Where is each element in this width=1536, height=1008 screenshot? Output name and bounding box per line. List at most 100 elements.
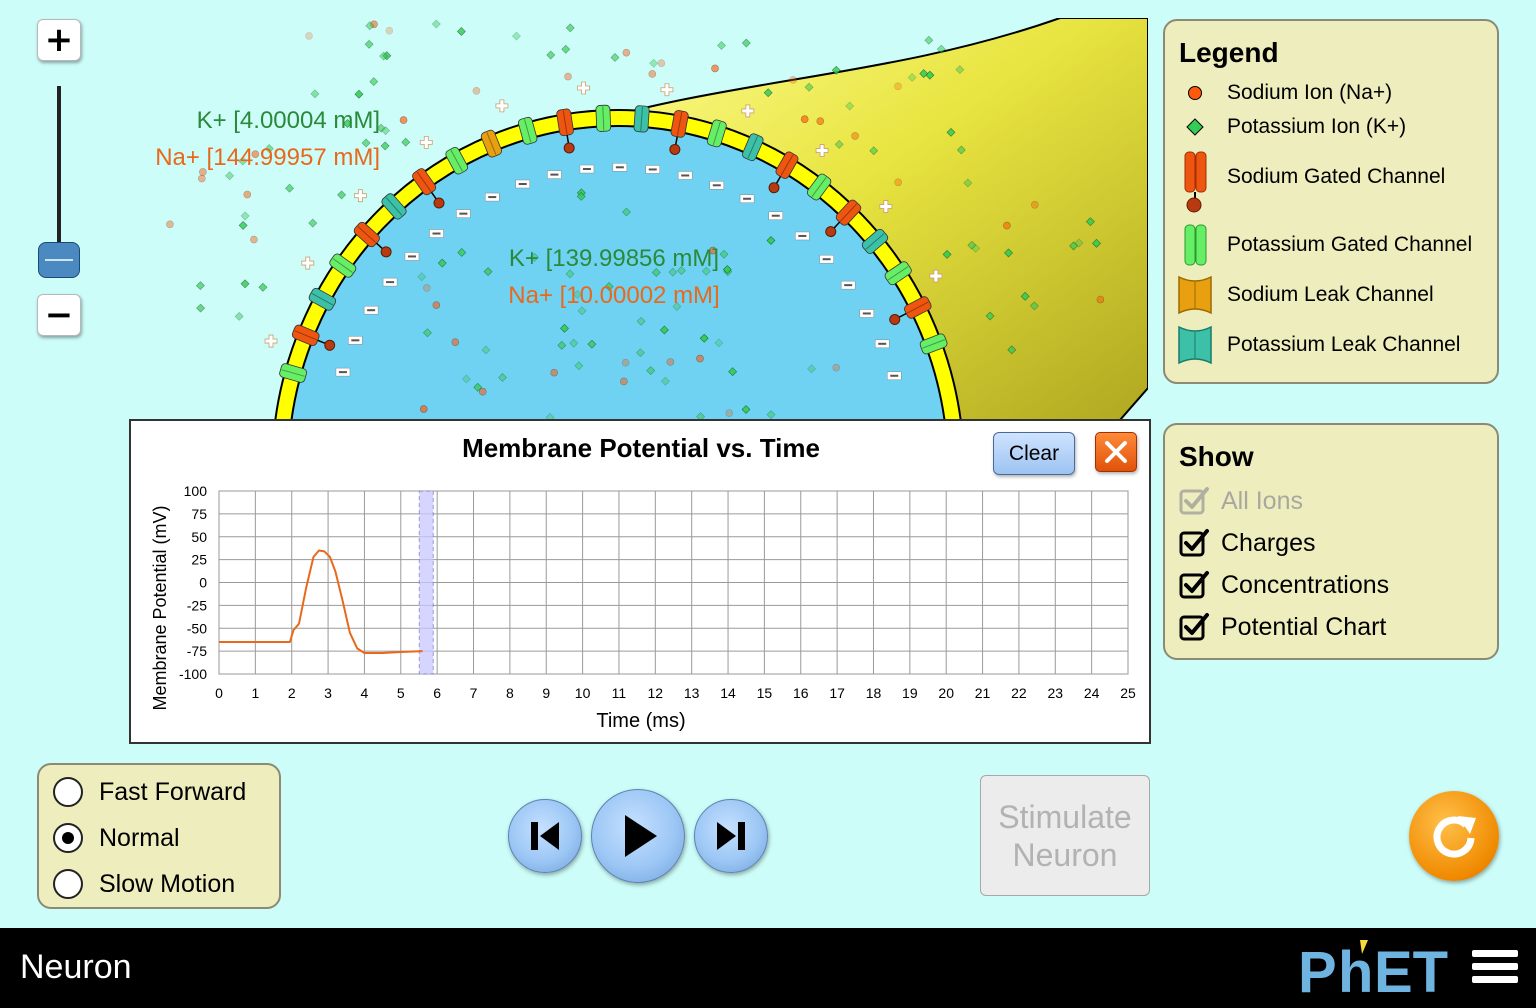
reset-all-button[interactable] bbox=[1409, 791, 1499, 881]
slow-motion-radio[interactable]: Slow Motion bbox=[53, 861, 235, 907]
potassium-ion bbox=[234, 311, 244, 321]
negative-charge-icon bbox=[739, 194, 755, 204]
x-tick-label: 23 bbox=[1047, 685, 1063, 701]
legend-title: Legend bbox=[1179, 37, 1279, 68]
potassium-ion-icon bbox=[1186, 118, 1204, 136]
y-tick-label: -100 bbox=[179, 666, 207, 682]
sodium-ion bbox=[725, 409, 734, 417]
app-title: Neuron bbox=[20, 948, 132, 986]
sodium-ion bbox=[789, 76, 797, 84]
x-tick-label: 5 bbox=[397, 685, 405, 701]
hamburger-menu-icon[interactable] bbox=[1472, 950, 1518, 988]
phet-logo-icon[interactable]: P h ET bbox=[1298, 940, 1456, 1000]
x-tick-label: 3 bbox=[324, 685, 332, 701]
concentrations-checkbox[interactable]: Concentrations bbox=[1179, 569, 1389, 601]
sodium-ion bbox=[243, 190, 252, 199]
sodium-ion bbox=[166, 220, 174, 229]
sodium-ion bbox=[399, 116, 408, 124]
zoom-in-button[interactable]: + bbox=[37, 19, 81, 61]
slow-motion-label: Slow Motion bbox=[99, 869, 236, 898]
negative-charge-icon bbox=[859, 309, 875, 318]
sodium-ion bbox=[564, 72, 572, 81]
potassium-ion bbox=[308, 218, 318, 228]
step-forward-button[interactable] bbox=[694, 799, 768, 873]
legend-label: Potassium Leak Channel bbox=[1227, 333, 1461, 356]
step-forward-icon bbox=[717, 822, 745, 850]
all-ions-label: All Ions bbox=[1221, 486, 1303, 515]
negative-charge-icon bbox=[484, 192, 500, 202]
charges-label: Charges bbox=[1221, 528, 1316, 557]
time-cursor[interactable] bbox=[418, 490, 434, 675]
stimulate-neuron-button[interactable]: Stimulate Neuron bbox=[980, 775, 1150, 896]
play-button[interactable] bbox=[591, 789, 685, 883]
membrane-channel bbox=[595, 104, 612, 132]
negative-charge-icon bbox=[612, 163, 628, 172]
potassium-ion bbox=[196, 281, 205, 291]
sodium-ion bbox=[478, 387, 487, 396]
potassium-ion bbox=[240, 279, 250, 289]
sodium-ion bbox=[305, 32, 313, 40]
x-tick-label: 25 bbox=[1120, 685, 1136, 701]
x-tick-label: 12 bbox=[648, 685, 664, 701]
legend-item-potassium-ion: Potassium Ion (K+) bbox=[1181, 113, 1406, 141]
neuron-scene: K+ [4.00004 mM] Na+ [144.99957 mM] K+ [1… bbox=[130, 18, 1148, 420]
potassium-ion bbox=[258, 282, 268, 292]
zoom-slider-thumb[interactable] bbox=[38, 242, 80, 278]
negative-charge-icon bbox=[840, 280, 856, 290]
negative-charge-icon bbox=[768, 211, 783, 220]
positive-charge-icon bbox=[577, 81, 590, 95]
outside-k-concentration: K+ [4.00004 mM] bbox=[197, 107, 380, 134]
concentrations-label: Concentrations bbox=[1221, 570, 1390, 599]
negative-charge-icon bbox=[348, 336, 363, 345]
show-title: Show bbox=[1179, 441, 1254, 472]
sodium-ion bbox=[894, 82, 902, 91]
potassium-ion bbox=[456, 27, 466, 36]
legend-item-sodium-gated-channel: Sodium Gated Channel bbox=[1181, 149, 1445, 215]
show-panel: Show All Ions Charges Concentrations Pot… bbox=[1163, 423, 1499, 660]
negative-charge-icon bbox=[886, 371, 902, 381]
step-back-button[interactable] bbox=[508, 799, 582, 873]
zoom-out-button[interactable]: − bbox=[37, 294, 81, 336]
sodium-ion bbox=[1096, 295, 1105, 304]
legend-label: Sodium Ion (Na+) bbox=[1227, 81, 1393, 104]
normal-label: Normal bbox=[99, 823, 180, 852]
x-tick-label: 9 bbox=[542, 685, 550, 701]
sodium-ion bbox=[894, 178, 902, 187]
x-tick-label: 10 bbox=[575, 685, 591, 701]
x-tick-label: 19 bbox=[902, 685, 918, 701]
x-axis-label: Time (ms) bbox=[596, 710, 685, 732]
x-tick-label: 13 bbox=[684, 685, 700, 701]
legend-label: Sodium Leak Channel bbox=[1227, 283, 1434, 306]
potassium-ion bbox=[512, 31, 521, 41]
potassium-ion bbox=[610, 53, 620, 62]
negative-charge-icon bbox=[819, 254, 834, 264]
potassium-ion bbox=[380, 141, 390, 151]
x-tick-label: 24 bbox=[1084, 685, 1100, 701]
potassium-ion bbox=[196, 303, 206, 313]
positive-charge-icon bbox=[301, 256, 315, 270]
play-icon bbox=[625, 815, 657, 857]
fast-forward-radio[interactable]: Fast Forward bbox=[53, 769, 246, 815]
stimulate-label-line1: Stimulate bbox=[998, 798, 1132, 835]
membrane-channel bbox=[633, 105, 650, 133]
checkbox-checked-icon bbox=[1179, 529, 1209, 557]
potential-chart-checkbox[interactable]: Potential Chart bbox=[1179, 611, 1386, 643]
zoom-in-label: + bbox=[44, 20, 74, 60]
positive-charge-icon bbox=[495, 99, 509, 113]
negative-charge-icon bbox=[677, 171, 693, 180]
sodium-ion bbox=[666, 358, 675, 366]
normal-radio[interactable]: Normal bbox=[53, 815, 180, 861]
charges-checkbox[interactable]: Charges bbox=[1179, 527, 1316, 559]
potassium-leak-channel-icon bbox=[1178, 325, 1212, 365]
x-tick-label: 1 bbox=[251, 685, 259, 701]
speed-panel: Fast Forward Normal Slow Motion bbox=[37, 763, 281, 909]
legend-item-potassium-leak-channel: Potassium Leak Channel bbox=[1177, 323, 1460, 367]
all-ions-checkbox[interactable]: All Ions bbox=[1179, 485, 1303, 517]
negative-charge-icon bbox=[515, 179, 530, 189]
zoom-slider-track[interactable] bbox=[57, 86, 61, 256]
inside-na-concentration: Na+ [10.00002 mM] bbox=[508, 282, 719, 309]
x-tick-label: 18 bbox=[866, 685, 882, 701]
reset-icon bbox=[1433, 816, 1476, 858]
x-tick-label: 8 bbox=[506, 685, 514, 701]
sodium-ion bbox=[648, 70, 657, 78]
